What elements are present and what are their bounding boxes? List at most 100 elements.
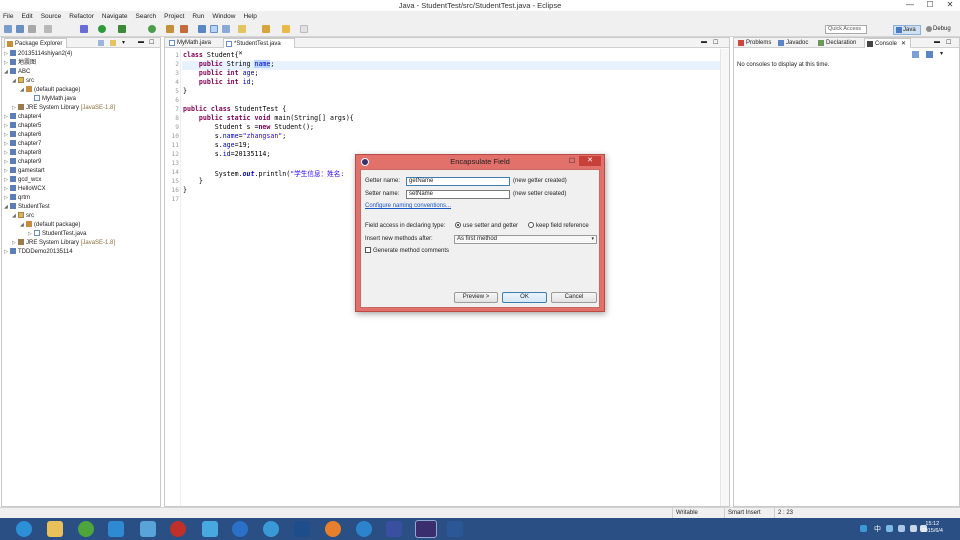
tree-item[interactable]: ▷ qrtm: [4, 194, 30, 203]
chat-icon[interactable]: [263, 521, 279, 537]
menu-file[interactable]: File: [3, 13, 13, 20]
messenger-icon[interactable]: [202, 521, 218, 537]
tree-item[interactable]: ▷ 地震图: [4, 59, 36, 68]
setter-name-input[interactable]: setName: [406, 190, 510, 199]
getter-name-input[interactable]: getName: [406, 177, 510, 186]
tree-item[interactable]: ▷ TDDDemo20135114: [4, 248, 73, 257]
collapse-all-icon[interactable]: [98, 40, 104, 46]
qq-icon[interactable]: [78, 521, 94, 537]
external-tools-icon[interactable]: [118, 25, 126, 33]
tab-javadoc[interactable]: Javadoc: [776, 38, 812, 48]
dialog-close-button[interactable]: ✕: [579, 156, 601, 166]
search-icon[interactable]: [238, 25, 246, 33]
tree-item[interactable]: ▷ gamestart: [4, 167, 45, 176]
java-perspective-button[interactable]: Java: [893, 25, 921, 35]
network-app-icon[interactable]: [356, 521, 372, 537]
maximize-view-icon[interactable]: ☐: [149, 39, 154, 46]
menu-window[interactable]: Window: [212, 13, 235, 20]
tree-item[interactable]: ▷ chapter8: [4, 149, 41, 158]
tree-item[interactable]: ▷ JRE System Library [JavaSE-1.8]: [12, 104, 115, 113]
tab-declaration[interactable]: Declaration: [816, 38, 860, 48]
new-package-icon[interactable]: [166, 25, 174, 33]
tree-item[interactable]: ▷ chapter9: [4, 158, 41, 167]
view-menu-icon[interactable]: ▾: [122, 39, 125, 46]
debug-icon[interactable]: [80, 25, 88, 33]
k-app-icon[interactable]: [232, 521, 248, 537]
tree-item[interactable]: ◢ src: [12, 77, 34, 86]
tree-item[interactable]: ▷ chapter7: [4, 140, 41, 149]
menu-project[interactable]: Project: [164, 13, 184, 20]
minimize-view-icon[interactable]: ▬: [138, 39, 144, 45]
tree-item[interactable]: ▷ chapter5: [4, 122, 41, 131]
system-clock[interactable]: 15:12 2015/6/4: [922, 521, 943, 535]
new-icon[interactable]: [4, 25, 12, 33]
tree-item[interactable]: ▷ JRE System Library [JavaSE-1.8]: [12, 239, 115, 248]
close-window-button[interactable]: ✕: [940, 0, 960, 11]
tree-item[interactable]: ▷ StudentTest.java: [28, 230, 86, 239]
radio-selected-icon[interactable]: [455, 222, 461, 228]
menu-run[interactable]: Run: [192, 13, 204, 20]
code-line[interactable]: Student s =new Student();: [183, 123, 314, 131]
tab-package-explorer[interactable]: Package Explorer: [4, 38, 68, 48]
cancel-button[interactable]: Cancel: [551, 292, 597, 303]
quick-access-input[interactable]: Quick Access: [825, 25, 867, 34]
cloud-icon[interactable]: [140, 521, 156, 537]
tree-item[interactable]: ◢ (default package): [20, 221, 80, 230]
code-line[interactable]: public int id;: [183, 78, 255, 86]
minimize-editor-icon[interactable]: ▬: [701, 39, 707, 45]
tool-icon[interactable]: [386, 521, 402, 537]
firefox-icon[interactable]: [325, 521, 341, 537]
view-menu-icon[interactable]: ▾: [940, 50, 943, 57]
menu-navigate[interactable]: Navigate: [102, 13, 128, 20]
debug-perspective-button[interactable]: Debug: [924, 25, 958, 35]
tab-mymath-java[interactable]: MyMath.java: [167, 38, 221, 48]
close-tab-icon[interactable]: ✕: [901, 41, 906, 47]
toggle-mark-occurrences-icon[interactable]: [210, 25, 218, 33]
menu-help[interactable]: Help: [243, 13, 256, 20]
tree-item[interactable]: ◢ ABC: [4, 68, 30, 77]
print-icon[interactable]: [44, 25, 52, 33]
open-type-icon[interactable]: [198, 25, 206, 33]
file-explorer-icon[interactable]: [47, 521, 63, 537]
minimize-view-icon[interactable]: ▬: [934, 39, 940, 45]
menu-source[interactable]: Source: [41, 13, 62, 20]
code-line[interactable]: public static void main(String[] args){: [183, 114, 354, 122]
radio-use-setter-getter[interactable]: use setter and getter: [455, 222, 518, 231]
code-line[interactable]: System.out.println("学生信息：姓名:: [183, 168, 345, 178]
tray-moon-icon[interactable]: [886, 525, 893, 532]
show-whitespace-icon[interactable]: [222, 25, 230, 33]
radio-unselected-icon[interactable]: [528, 222, 534, 228]
minimize-button[interactable]: —: [900, 0, 920, 11]
network-icon[interactable]: [910, 525, 917, 532]
tree-item[interactable]: MyMath.java: [28, 95, 76, 104]
browser-icon[interactable]: [170, 521, 186, 537]
app-icon[interactable]: [108, 521, 124, 537]
code-line[interactable]: s.name="zhangsan";: [183, 132, 287, 140]
tree-item[interactable]: ◢ src: [12, 212, 34, 221]
word-icon[interactable]: [447, 521, 463, 537]
code-line[interactable]: class Student{: [183, 51, 239, 59]
next-annotation-icon[interactable]: [262, 25, 270, 33]
forward-icon[interactable]: [300, 25, 308, 33]
code-line[interactable]: }: [183, 177, 203, 185]
code-line[interactable]: }: [183, 87, 187, 95]
new-class-icon[interactable]: [180, 25, 188, 33]
display-console-icon[interactable]: [912, 51, 919, 58]
tray-app-icon[interactable]: [860, 525, 867, 532]
tab-console[interactable]: Console ✕: [864, 38, 912, 48]
tree-item[interactable]: ◢ (default package): [20, 86, 80, 95]
tab-problems[interactable]: Problems: [736, 38, 775, 48]
tree-item[interactable]: ◢ StudentTest: [4, 203, 50, 212]
code-line[interactable]: s.age=19;: [183, 141, 251, 149]
save-icon[interactable]: [16, 25, 24, 33]
menu-search[interactable]: Search: [136, 13, 157, 20]
menu-refactor[interactable]: Refactor: [69, 13, 94, 20]
maximize-view-icon[interactable]: ☐: [946, 39, 951, 46]
open-console-icon[interactable]: [926, 51, 933, 58]
tree-item[interactable]: ▷ gcd_wcx: [4, 176, 41, 185]
generate-comments-checkbox[interactable]: Generate method comments: [365, 247, 449, 256]
code-line[interactable]: }: [183, 186, 187, 194]
ok-button[interactable]: OK: [502, 292, 547, 303]
maximize-editor-icon[interactable]: ☐: [713, 39, 718, 46]
eclipse-taskbar-icon[interactable]: [415, 520, 437, 538]
